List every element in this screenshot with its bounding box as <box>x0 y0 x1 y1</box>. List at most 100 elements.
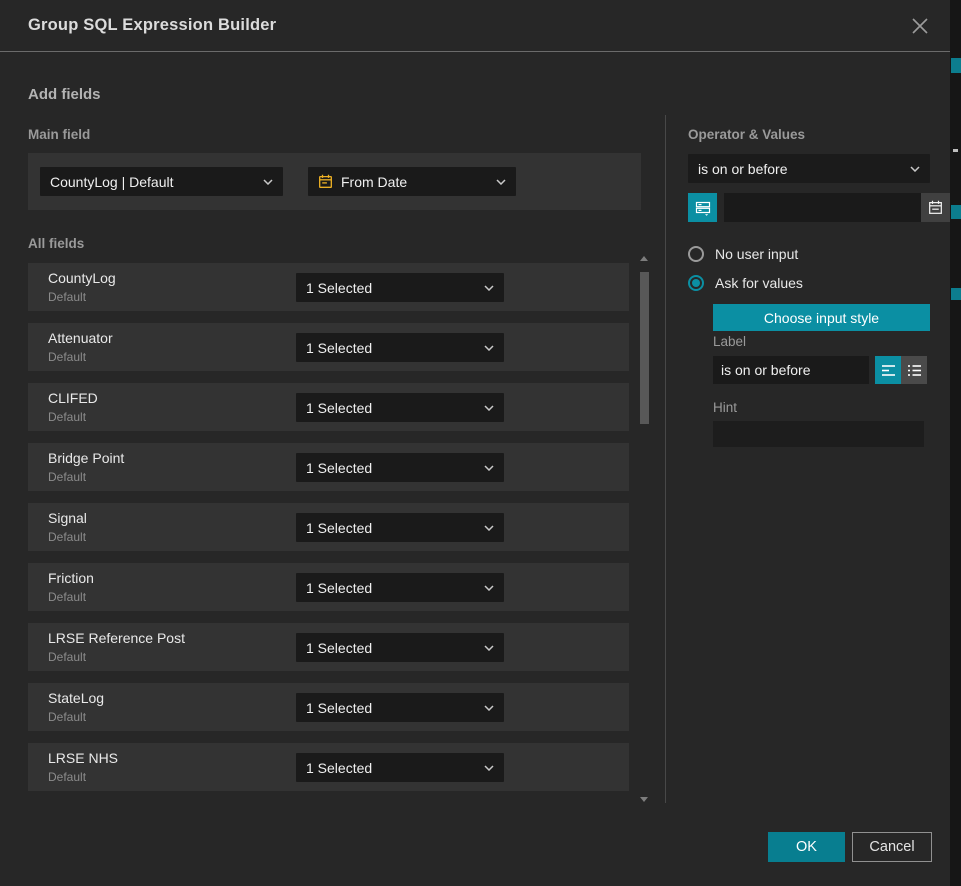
field-type: Default <box>48 410 98 424</box>
radio-checked-icon[interactable] <box>688 275 704 291</box>
field-selection-dropdown[interactable]: 1 Selected <box>296 753 504 782</box>
operator-values-heading: Operator & Values <box>688 127 805 142</box>
field-row: LRSE NHS Default 1 Selected <box>28 743 629 791</box>
chevron-down-icon <box>484 525 494 531</box>
field-row: StateLog Default 1 Selected <box>28 683 629 731</box>
hint-input[interactable] <box>713 421 924 447</box>
choose-input-style-button[interactable]: Choose input style <box>713 304 930 331</box>
stacked-values-icon <box>695 200 711 216</box>
list-scrollbar[interactable] <box>640 256 649 802</box>
field-row: LRSE Reference Post Default 1 Selected <box>28 623 629 671</box>
label-input[interactable] <box>713 356 869 384</box>
chevron-down-icon <box>484 585 494 591</box>
field-selection-value: 1 Selected <box>306 760 476 776</box>
field-name: LRSE NHS <box>48 750 118 766</box>
main-field-label: Main field <box>28 127 90 142</box>
scroll-down-arrow-icon[interactable] <box>640 797 648 802</box>
no-user-input-label: No user input <box>715 246 798 262</box>
chevron-down-icon <box>484 705 494 711</box>
field-selection-value: 1 Selected <box>306 280 476 296</box>
date-picker-button[interactable] <box>921 193 950 222</box>
field-type: Default <box>48 290 116 304</box>
field-selection-value: 1 Selected <box>306 640 476 656</box>
field-name: Friction <box>48 570 94 586</box>
field-row: Friction Default 1 Selected <box>28 563 629 611</box>
field-selection-dropdown[interactable]: 1 Selected <box>296 393 504 422</box>
field-row-text: CLIFED Default <box>48 390 98 424</box>
close-icon <box>911 17 929 35</box>
field-row-text: LRSE NHS Default <box>48 750 118 784</box>
background-accent-block <box>951 58 961 73</box>
operator-value: is on or before <box>698 161 902 177</box>
field-selection-dropdown[interactable]: 1 Selected <box>296 513 504 542</box>
field-type: Default <box>48 590 94 604</box>
field-selection-value: 1 Selected <box>306 400 476 416</box>
chevron-down-icon <box>263 179 273 185</box>
field-selection-value: 1 Selected <box>306 520 476 536</box>
label-input-row <box>713 356 930 384</box>
scrollbar-thumb[interactable] <box>640 272 649 424</box>
field-selection-value: 1 Selected <box>306 340 476 356</box>
radio-no-user-input[interactable]: No user input <box>688 246 798 262</box>
chevron-down-icon <box>484 345 494 351</box>
main-field-field-value: From Date <box>341 174 480 190</box>
field-selection-dropdown[interactable]: 1 Selected <box>296 693 504 722</box>
field-row: Signal Default 1 Selected <box>28 503 629 551</box>
background-accent-block <box>951 205 961 219</box>
date-input-group <box>724 193 950 222</box>
all-fields-label: All fields <box>28 236 84 251</box>
field-name: StateLog <box>48 690 104 706</box>
field-name: Attenuator <box>48 330 113 346</box>
close-button[interactable] <box>906 12 934 40</box>
field-selection-dropdown[interactable]: 1 Selected <box>296 273 504 302</box>
main-field-source-dropdown[interactable]: CountyLog | Default <box>40 167 283 196</box>
field-row-text: CountyLog Default <box>48 270 116 304</box>
add-fields-heading: Add fields <box>28 86 101 103</box>
chevron-down-icon <box>484 405 494 411</box>
field-selection-dropdown[interactable]: 1 Selected <box>296 633 504 662</box>
radio-ask-for-values[interactable]: Ask for values <box>688 275 803 291</box>
calendar-icon <box>318 174 333 189</box>
field-type: Default <box>48 710 104 724</box>
chevron-down-icon <box>496 179 506 185</box>
panel-divider <box>665 115 666 803</box>
label-caption: Label <box>713 334 746 349</box>
radio-unchecked-icon[interactable] <box>688 246 704 262</box>
scroll-up-arrow-icon[interactable] <box>640 256 648 261</box>
list-style-button[interactable] <box>901 356 927 384</box>
field-row: Bridge Point Default 1 Selected <box>28 443 629 491</box>
field-name: Bridge Point <box>48 450 124 466</box>
field-row-text: LRSE Reference Post Default <box>48 630 185 664</box>
field-name: LRSE Reference Post <box>48 630 185 646</box>
field-type: Default <box>48 470 124 484</box>
chevron-down-icon <box>484 645 494 651</box>
field-type: Default <box>48 350 113 364</box>
main-field-panel: CountyLog | Default From Date <box>28 153 641 210</box>
field-row-text: Bridge Point Default <box>48 450 124 484</box>
align-left-icon <box>881 364 896 377</box>
chevron-down-icon <box>484 285 494 291</box>
field-name: Signal <box>48 510 87 526</box>
field-row: Attenuator Default 1 Selected <box>28 323 629 371</box>
operator-dropdown[interactable]: is on or before <box>688 154 930 183</box>
chevron-down-icon <box>484 465 494 471</box>
background-accent-block <box>951 288 961 300</box>
calendar-icon <box>928 200 943 215</box>
field-selection-dropdown[interactable]: 1 Selected <box>296 453 504 482</box>
background-app-edge <box>950 0 961 886</box>
date-value-row <box>688 193 930 222</box>
field-row: CountyLog Default 1 Selected <box>28 263 629 311</box>
main-field-source-value: CountyLog | Default <box>50 174 255 190</box>
field-selection-dropdown[interactable]: 1 Selected <box>296 573 504 602</box>
ok-button[interactable]: OK <box>768 832 845 862</box>
date-value-input[interactable] <box>724 193 921 222</box>
align-left-style-button[interactable] <box>875 356 901 384</box>
hint-caption: Hint <box>713 400 737 415</box>
main-field-field-dropdown[interactable]: From Date <box>308 167 516 196</box>
cancel-button[interactable]: Cancel <box>852 832 932 862</box>
background-dash <box>953 149 958 152</box>
field-selection-dropdown[interactable]: 1 Selected <box>296 333 504 362</box>
unique-values-button[interactable] <box>688 193 717 222</box>
field-row-text: Friction Default <box>48 570 94 604</box>
field-type: Default <box>48 770 118 784</box>
